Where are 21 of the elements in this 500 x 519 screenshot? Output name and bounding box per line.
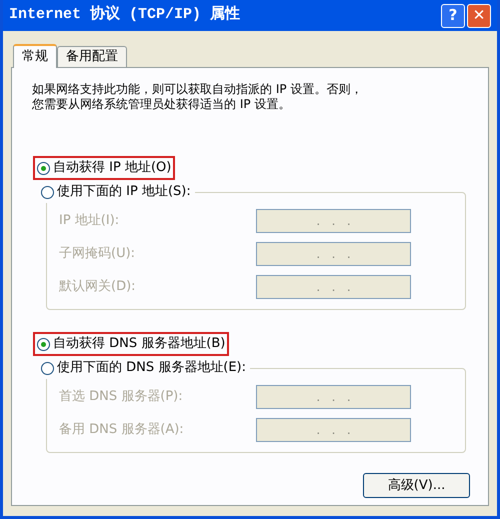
radio-button[interactable] [37, 162, 50, 174]
radio-label[interactable]: 自动获得 IP 地址(O) [53, 158, 172, 178]
tab[interactable]: 备用配置 [57, 46, 127, 67]
radio-button[interactable] [37, 338, 50, 350]
tab[interactable]: 常规 [13, 44, 57, 68]
help-button[interactable]: ? [441, 4, 465, 28]
description-text: 您需要从网络系统管理员处获得适当的 IP 设置。 [32, 97, 292, 112]
radio-label[interactable]: 自动获得 DNS 服务器地址(B) [53, 334, 226, 354]
field-label: 首选 DNS 服务器(P): [59, 388, 183, 406]
field-label: 备用 DNS 服务器(A): [59, 421, 184, 440]
window-title: Internet 协议 (TCP/IP) 属性 [9, 4, 240, 26]
close-button[interactable]: ✕ [467, 4, 491, 28]
field-label: 默认网关(D): [59, 278, 136, 296]
radio-label[interactable]: 使用下面的 DNS 服务器地址(E): [57, 358, 246, 378]
field-label: 子网掩码(U): [59, 245, 136, 264]
advanced-button[interactable]: 高级(V)... [363, 473, 470, 498]
radio-label[interactable]: 使用下面的 IP 地址(S): [57, 182, 191, 202]
radio-button[interactable] [41, 186, 54, 198]
description-text: 如果网络支持此功能，则可以获取自动指派的 IP 设置。否则， [32, 82, 364, 97]
radio-button[interactable] [41, 362, 54, 374]
field-label: IP 地址(I): [59, 212, 120, 230]
